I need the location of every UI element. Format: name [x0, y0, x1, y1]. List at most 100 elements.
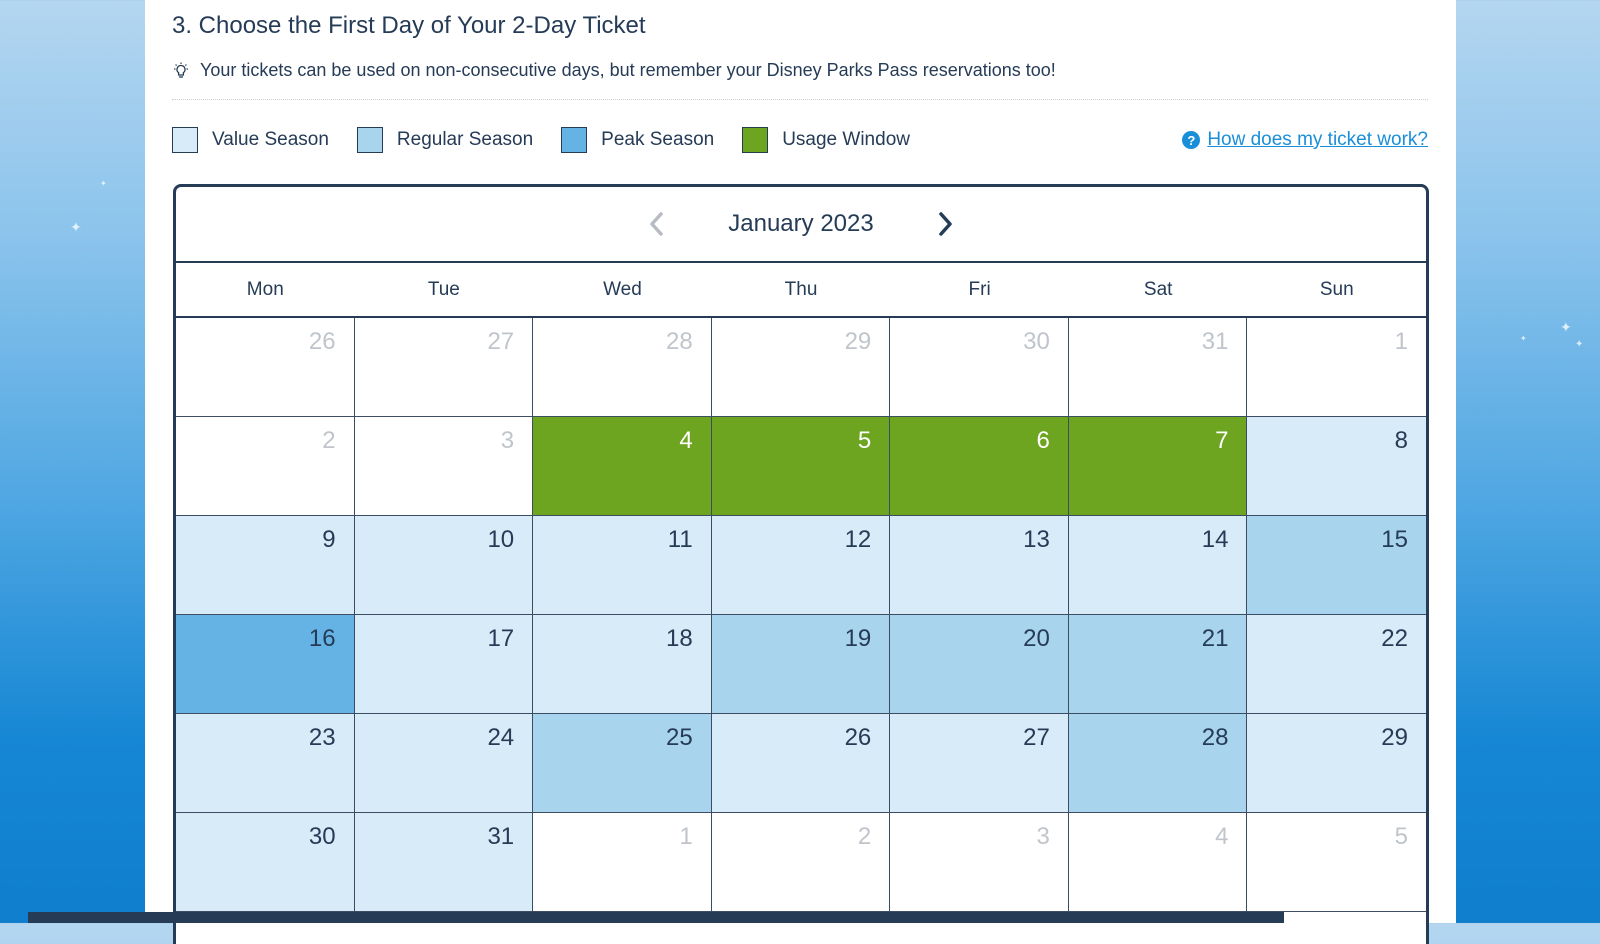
calendar-header: January 2023	[176, 187, 1426, 263]
weekday-header: Mon Tue Wed Thu Fri Sat Sun	[176, 263, 1426, 318]
legend-label: Value Season	[212, 129, 329, 150]
legend-peak-season: Peak Season	[561, 127, 714, 153]
day-number: 24	[487, 724, 515, 751]
calendar-day-outside-month: 26	[176, 318, 355, 417]
calendar-day[interactable]: 6	[890, 417, 1069, 516]
day-number: 6	[1036, 427, 1050, 454]
day-number: 5	[857, 427, 872, 454]
day-number: 10	[487, 526, 515, 553]
day-number: 13	[1023, 526, 1050, 553]
day-number: 28	[1201, 724, 1229, 751]
calendar-day[interactable]: 23	[176, 714, 355, 813]
calendar-day[interactable]: 30	[176, 813, 355, 912]
calendar-day[interactable]: 4	[533, 417, 712, 516]
calendar-day-outside-month: 30	[890, 318, 1069, 417]
day-number: 18	[666, 625, 693, 652]
calendar-day[interactable]: 8	[1247, 417, 1426, 516]
calendar-day[interactable]: 19	[711, 615, 891, 714]
calendar-day[interactable]: 15	[1247, 516, 1426, 615]
calendar-day[interactable]: 25	[533, 714, 712, 813]
day-number: 31	[487, 823, 515, 850]
tip-text: Your tickets can be used on non-consecut…	[200, 60, 1056, 80]
sparkle-icon: ✦	[100, 179, 107, 188]
day-number: 15	[1381, 526, 1408, 553]
calendar-day[interactable]: 5	[711, 417, 891, 516]
calendar-day[interactable]: 16	[176, 615, 355, 714]
calendar-day-outside-month: 28	[533, 318, 712, 417]
calendar-day[interactable]: 26	[711, 714, 891, 813]
calendar-day-outside-month: 29	[711, 318, 891, 417]
day-number: 12	[844, 526, 872, 553]
calendar-day[interactable]: 14	[1068, 516, 1248, 615]
weekday-label: Sun	[1319, 278, 1354, 300]
calendar-day[interactable]: 10	[354, 516, 534, 615]
weekday-label: Mon	[246, 278, 284, 300]
day-number: 11	[667, 526, 693, 553]
day-number: 5	[1394, 823, 1408, 850]
month-label: January 2023	[728, 210, 874, 237]
day-number: 27	[1023, 724, 1050, 751]
legend-usage-window: Usage Window	[742, 127, 910, 153]
help-link[interactable]: ? How does my ticket work?	[1182, 129, 1428, 151]
weekday-label: Thu	[784, 278, 818, 300]
day-number: 30	[308, 823, 336, 850]
day-number: 4	[679, 427, 693, 454]
legend-label: Regular Season	[396, 129, 534, 150]
legend-swatch	[561, 127, 588, 153]
weekday-label: Wed	[603, 278, 642, 300]
weekday-label: Sat	[1143, 278, 1173, 300]
calendar-day[interactable]: 22	[1247, 615, 1426, 714]
sparkle-icon: ✦	[1520, 334, 1527, 343]
calendar-day[interactable]: 11	[533, 516, 712, 615]
prev-month-button[interactable]	[642, 209, 672, 239]
calendar-day-outside-month: 3	[890, 813, 1069, 912]
calendar-day-outside-month: 27	[354, 318, 534, 417]
day-number: 26	[844, 724, 872, 751]
calendar-day-outside-month: 1	[1247, 318, 1426, 417]
weekday-label: Fri	[968, 278, 991, 300]
legend-label: Peak Season	[601, 129, 715, 150]
day-number: 30	[1023, 328, 1050, 355]
weekday-label: Tue	[427, 278, 460, 300]
legend-swatch	[356, 127, 383, 153]
sparkle-icon: ✦	[1575, 339, 1584, 350]
calendar-day[interactable]: 17	[354, 615, 534, 714]
help-link-text[interactable]: How does my ticket work?	[1207, 129, 1428, 151]
day-number: 28	[666, 328, 693, 355]
season-legend: Value Season Regular Season Peak Season …	[172, 127, 938, 153]
divider	[172, 99, 1428, 100]
day-number: 14	[1201, 526, 1229, 553]
calendar-day-outside-month: 31	[1068, 318, 1248, 417]
chevron-right-icon	[938, 212, 952, 236]
day-number: 27	[487, 328, 515, 355]
day-number: 3	[1036, 823, 1050, 850]
calendar-day[interactable]: 18	[533, 615, 712, 714]
day-number: 31	[1201, 328, 1229, 355]
calendar-day[interactable]: 28	[1068, 714, 1248, 813]
ticket-panel: 3. Choose the First Day of Your 2-Day Ti…	[145, 0, 1456, 944]
calendar-day[interactable]: 31	[354, 813, 534, 912]
day-grid: 26 27 28 29 30 31 1 2 3 4 5 6 7 8 9 10 11 12 13 14 15 16 17 18 1…	[176, 318, 1426, 912]
calendar-day[interactable]: 20	[890, 615, 1069, 714]
day-number: 29	[1381, 724, 1408, 751]
day-number: 21	[1201, 625, 1229, 652]
calendar-day[interactable]: 13	[890, 516, 1069, 615]
calendar-day[interactable]: 9	[176, 516, 355, 615]
day-number: 16	[308, 625, 336, 652]
day-number: 29	[844, 328, 872, 355]
calendar-day[interactable]: 29	[1247, 714, 1426, 813]
legend-swatch	[172, 127, 198, 153]
calendar-day[interactable]: 12	[711, 516, 891, 615]
calendar-day[interactable]: 21	[1068, 615, 1248, 714]
calendar-day-outside-month: 3	[354, 417, 534, 516]
sparkle-icon: ✦	[1560, 319, 1572, 335]
calendar-day[interactable]: 7	[1068, 417, 1248, 516]
next-month-button[interactable]	[930, 209, 960, 239]
calendar-day-outside-month: 2	[711, 813, 891, 912]
day-number: 17	[487, 625, 515, 652]
day-number: 19	[844, 625, 872, 652]
day-number: 8	[1394, 427, 1408, 454]
tip-row: Your tickets can be used on non-consecut…	[172, 60, 1056, 81]
calendar-day[interactable]: 27	[890, 714, 1069, 813]
calendar-day[interactable]: 24	[354, 714, 534, 813]
